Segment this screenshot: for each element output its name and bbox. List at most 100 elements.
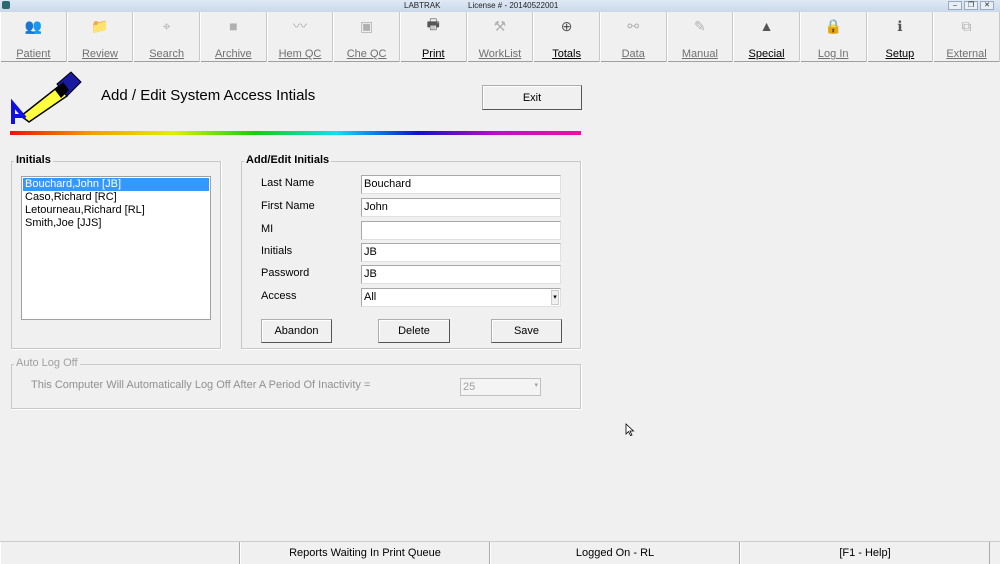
initials-listbox[interactable]: Bouchard,John [JB] Caso,Richard [RC] Letou… (21, 176, 211, 320)
toolbar-button-setup[interactable]: ℹ Setup (866, 12, 934, 62)
info-icon: ℹ (897, 17, 903, 34)
initials-label: Initials (261, 245, 293, 257)
initials-list-item[interactable]: Smith,Joe [JJS] (23, 217, 209, 230)
toolbar-button-label: External (946, 48, 987, 60)
chevron-down-icon: ▾ (534, 382, 538, 389)
license-number: License # - 20140522001 (468, 1, 559, 10)
totals-icon: ⊕ (560, 17, 573, 34)
patient-icon: 👥 (24, 17, 43, 34)
toolbar-button-label: Hem QC (278, 48, 322, 60)
last-name-label: Last Name (261, 177, 315, 189)
page-title: Add / Edit System Access Intials (101, 87, 316, 104)
auto-logoff-text: This Computer Will Automatically Log Off… (31, 379, 371, 391)
mi-input[interactable] (361, 221, 561, 240)
title-bar: LABTRAK License # - 20140522001 – ❐ ✕ (0, 0, 1000, 12)
first-name-input[interactable]: John (361, 198, 561, 217)
toolbar-button-label: Patient (16, 48, 51, 60)
lock-icon: 🔒 (824, 17, 842, 34)
initials-list-item[interactable]: Caso,Richard [RC] (23, 191, 209, 204)
restore-button[interactable]: ❐ (964, 1, 978, 10)
save-button[interactable]: Save (491, 319, 562, 343)
initials-input[interactable]: JB (361, 243, 561, 262)
auto-logoff-group-label: Auto Log Off (14, 357, 80, 369)
toolbar-button-special[interactable]: ▲ Special (733, 12, 800, 62)
mi-label: MI (261, 223, 274, 235)
toolbar-button-data[interactable]: ⚯ Data (599, 12, 667, 62)
status-panel: Reports Waiting In Print Queue (240, 542, 490, 564)
special-icon: ▲ (759, 18, 774, 34)
toolbar-button-log-in[interactable]: 🔒 Log In (799, 12, 867, 62)
initials-list-item[interactable]: Bouchard,John [JB] (23, 178, 209, 191)
initials-value: JB (364, 246, 377, 258)
delete-label: Delete (398, 325, 430, 337)
toolbar-button-manual[interactable]: ✎ Manual (666, 12, 734, 62)
toolbar-button-worklist[interactable]: ⚒ WorkList (466, 12, 534, 62)
pen-logo-icon (11, 71, 82, 124)
toolbar-button-label: Search (149, 48, 185, 60)
toolbar-button-label: Data (621, 48, 645, 60)
minimize-button[interactable]: – (948, 1, 962, 10)
password-value: JB (364, 268, 377, 280)
toolbar-button-label: Totals (552, 48, 581, 60)
close-button[interactable]: ✕ (980, 1, 994, 10)
access-value: All (364, 291, 377, 303)
manual-icon: ✎ (694, 17, 706, 34)
first-name-value: John (364, 201, 388, 213)
toolbar-button-label: WorkList (478, 48, 522, 60)
toolbar: 👥 Patient 📁 Review ⌖ Search ■ Archive 〰 Hem QC ▣ Ch… (0, 12, 1000, 62)
worklist-icon: ⚒ (493, 17, 507, 34)
last-name-value: Bouchard (364, 178, 412, 190)
abandon-label: Abandon (274, 325, 319, 337)
toolbar-button-label: Print (421, 48, 445, 60)
toolbar-button-search[interactable]: ⌖ Search (133, 12, 200, 62)
toolbar-button-totals[interactable]: ⊕ Totals (533, 12, 600, 62)
toolbar-button-label: Setup (885, 48, 915, 60)
access-select[interactable]: All ▾ (361, 288, 561, 307)
rainbow-divider (10, 131, 581, 135)
che-qc-icon: ▣ (359, 17, 374, 34)
status-panel (0, 542, 240, 564)
edit-initials-group-label: Add/Edit Initials (244, 154, 332, 166)
last-name-input[interactable]: Bouchard (361, 175, 561, 194)
archive-icon: ■ (229, 18, 238, 34)
data-icon: ⚯ (627, 17, 640, 34)
first-name-label: First Name (261, 200, 315, 212)
toolbar-button-review[interactable]: 📁 Review (66, 12, 134, 62)
chevron-down-icon[interactable]: ▾ (551, 290, 559, 305)
delete-button[interactable]: Delete (378, 319, 450, 343)
app-icon (2, 1, 10, 9)
toolbar-button-archive[interactable]: ■ Archive (199, 12, 267, 62)
exit-label: Exit (522, 91, 542, 104)
password-label: Password (261, 267, 310, 279)
auto-logoff-value: 25 (463, 381, 476, 393)
save-label: Save (513, 325, 540, 337)
review-icon: 📁 (91, 17, 109, 34)
toolbar-button-label: Archive (214, 48, 252, 60)
search-icon: ⌖ (162, 17, 171, 34)
toolbar-button-external[interactable]: ⧉ External (933, 12, 1000, 62)
toolbar-button-label: Manual (681, 48, 718, 60)
auto-logoff-minutes-select: 25 ▾ (460, 378, 541, 396)
toolbar-button-label: Log In (817, 48, 849, 60)
mouse-cursor-icon (625, 423, 635, 436)
toolbar-button-patient[interactable]: 👥 Patient (0, 12, 67, 62)
access-label: Access (261, 290, 297, 302)
toolbar-button-hem-qc[interactable]: 〰 Hem QC (266, 12, 334, 62)
password-input[interactable]: JB (361, 265, 561, 284)
printer-icon: 🖶 (426, 16, 440, 32)
app-title: LABTRAK (404, 1, 441, 10)
external-icon: ⧉ (961, 17, 972, 34)
status-bar: Reports Waiting In Print Queue Logged On … (0, 541, 1000, 564)
toolbar-button-che-qc[interactable]: ▣ Che QC (333, 12, 400, 62)
initials-list-item[interactable]: Letourneau,Richard [RL] (23, 204, 209, 217)
toolbar-button-label: Special (748, 48, 785, 60)
toolbar-button-label: Review (81, 48, 119, 60)
hem-qc-icon: 〰 (292, 18, 307, 34)
exit-button[interactable]: Exit (482, 85, 582, 110)
status-panel: Logged On - RL (490, 542, 740, 564)
toolbar-button-print[interactable]: 🖶 Print (399, 12, 467, 62)
toolbar-button-label: Che QC (346, 48, 387, 60)
status-panel: [F1 - Help] (740, 542, 990, 564)
initials-group-label: Initials (14, 154, 53, 166)
abandon-button[interactable]: Abandon (261, 319, 332, 343)
